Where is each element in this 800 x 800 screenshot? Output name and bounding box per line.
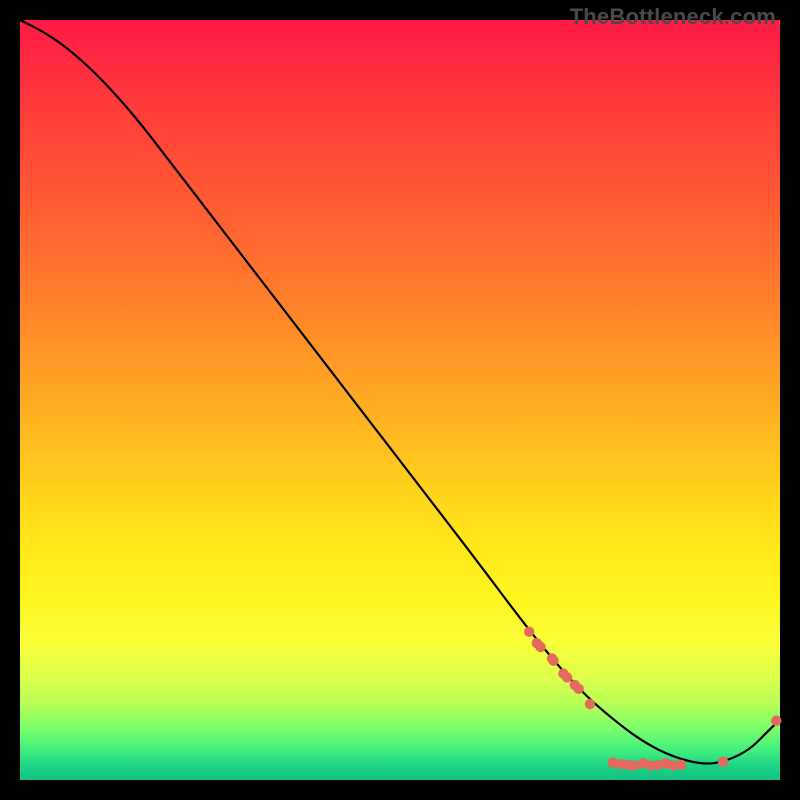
data-dot xyxy=(548,655,558,665)
data-dot xyxy=(524,627,534,637)
data-dot xyxy=(573,684,583,694)
data-dot xyxy=(771,716,781,726)
data-dot xyxy=(676,760,686,770)
data-dot xyxy=(585,699,595,709)
data-dots xyxy=(524,627,781,771)
data-dot xyxy=(718,757,728,767)
data-dot xyxy=(562,672,572,682)
chart-frame: TheBottleneck.com xyxy=(0,0,800,800)
bottleneck-curve xyxy=(20,20,780,764)
chart-svg xyxy=(20,20,780,780)
data-dot xyxy=(629,760,639,770)
data-dot xyxy=(535,642,545,652)
